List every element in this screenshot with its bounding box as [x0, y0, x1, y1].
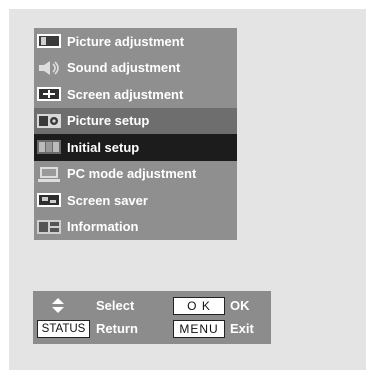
menu-item-label: Screen adjustment	[67, 86, 184, 102]
menu-item-information[interactable]: Information	[34, 213, 237, 240]
menu-item-initial-setup[interactable]: Initial setup	[34, 134, 237, 161]
menu-item-label: Information	[67, 219, 139, 235]
picture-setup-icon	[35, 111, 63, 131]
menu-item-pc-mode-adjustment[interactable]: PC mode adjustment	[34, 160, 237, 187]
screen-icon	[35, 84, 63, 104]
menu-item-screen-saver[interactable]: Screen saver	[34, 187, 237, 214]
osd-menu: Picture adjustment Sound adjustment Scre…	[34, 28, 237, 240]
menu-item-label: Sound adjustment	[67, 60, 181, 76]
select-label: Select	[96, 298, 135, 313]
menu-item-label: Screen saver	[67, 192, 148, 208]
menu-item-picture-adjustment[interactable]: Picture adjustment	[34, 28, 237, 55]
information-icon	[35, 217, 63, 237]
button-guide: Select O K OK STATUS Return MENU Exit	[33, 291, 271, 344]
menu-item-picture-setup[interactable]: Picture setup	[34, 107, 237, 134]
exit-label: Exit	[230, 321, 254, 336]
menu-item-screen-adjustment[interactable]: Screen adjustment	[34, 81, 237, 108]
menu-key[interactable]: MENU	[173, 320, 225, 338]
up-down-arrow-icon	[50, 296, 66, 316]
screen-saver-icon	[35, 190, 63, 210]
return-label: Return	[96, 321, 138, 336]
sound-icon	[35, 58, 63, 78]
pc-icon	[35, 164, 63, 184]
status-key[interactable]: STATUS	[37, 320, 90, 338]
ok-key[interactable]: O K	[173, 297, 225, 315]
menu-item-label: Picture adjustment	[67, 33, 185, 49]
guide-row-select-ok: Select O K OK	[33, 296, 271, 316]
initial-setup-icon	[35, 137, 63, 157]
ok-label: OK	[230, 298, 250, 313]
menu-item-label: Picture setup	[67, 113, 150, 129]
guide-row-return-exit: STATUS Return MENU Exit	[33, 319, 271, 339]
menu-item-label: PC mode adjustment	[67, 166, 197, 182]
menu-item-label: Initial setup	[67, 139, 140, 155]
picture-icon	[35, 31, 63, 51]
menu-item-sound-adjustment[interactable]: Sound adjustment	[34, 54, 237, 81]
